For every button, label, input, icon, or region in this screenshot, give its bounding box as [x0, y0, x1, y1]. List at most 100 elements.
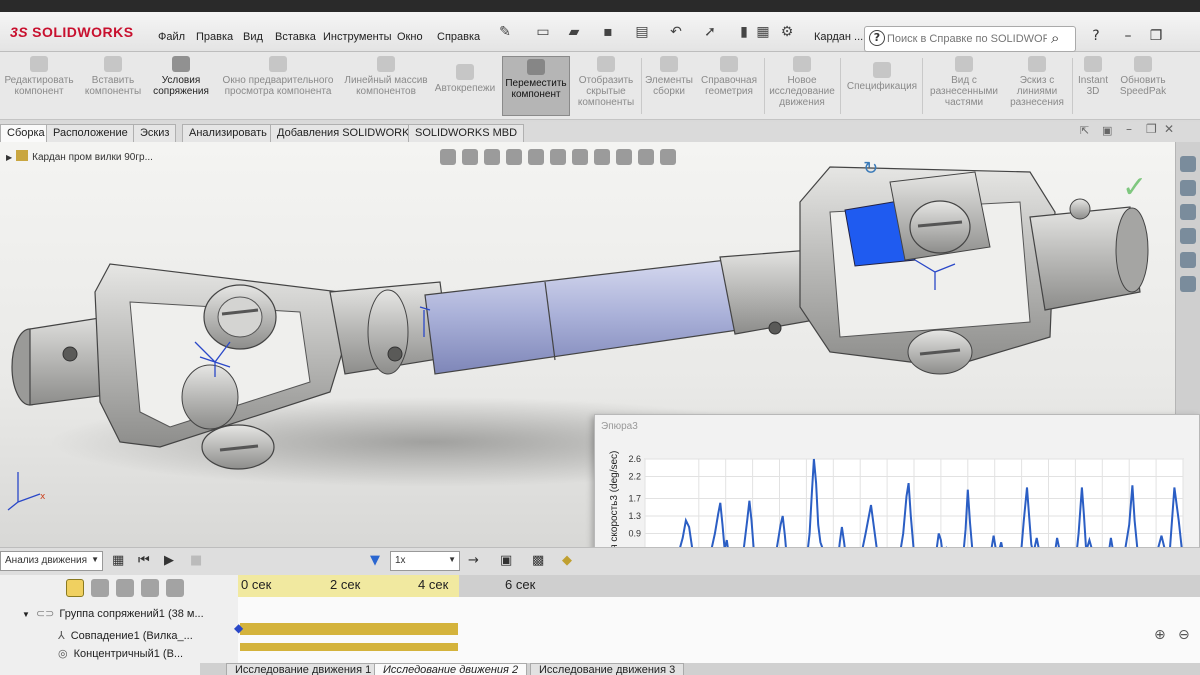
select-cursor-icon[interactable]: ➚ — [699, 22, 721, 42]
ribbon-separator — [1072, 58, 1073, 114]
instant-3d-button[interactable]: Instant 3D — [1074, 56, 1112, 97]
print-icon[interactable]: ▤ — [631, 22, 653, 42]
search-icon[interactable]: ⌕ — [1051, 29, 1059, 47]
collapse-tree-icon[interactable] — [166, 579, 184, 597]
options-gear-icon[interactable]: ⚙ — [776, 22, 798, 42]
view-palette-icon[interactable] — [1180, 228, 1196, 244]
help-search-input[interactable] — [887, 30, 1047, 48]
resources-home-icon[interactable] — [1180, 156, 1196, 172]
bill-of-materials-button[interactable]: Спецификация — [844, 62, 920, 92]
ribbon-label: Линейный массив — [344, 75, 428, 86]
filter-selected-icon[interactable] — [116, 579, 134, 597]
exploded-view-button[interactable]: Вид с разнесенными частями — [926, 56, 1002, 108]
filter-animated-icon[interactable] — [66, 579, 84, 597]
tab-motion-study-3[interactable]: Исследование движения 3 — [530, 663, 685, 675]
confirm-check-icon[interactable]: ✓ — [1122, 170, 1147, 205]
assembly-features-button[interactable]: Элементы сборки — [644, 56, 694, 97]
stop-icon[interactable]: ■ — [190, 553, 202, 568]
design-library-icon[interactable] — [1180, 180, 1196, 196]
tab-layout[interactable]: Расположение — [46, 124, 135, 142]
zoom-in-timeline-icon[interactable]: ⊕ — [1154, 627, 1166, 643]
ribbon-separator — [764, 58, 765, 114]
save-animation-icon[interactable]: ▣ — [500, 553, 512, 568]
calculate-icon[interactable]: ▦ — [112, 553, 124, 568]
play-icon[interactable]: ▶ — [164, 553, 174, 568]
mate-group-key-bar[interactable] — [240, 623, 458, 635]
key-point-icon[interactable]: ◆ — [234, 621, 243, 635]
tab-motion-study-2[interactable]: Исследование движения 2 — [374, 663, 528, 675]
viewport-minimize-icon[interactable]: – — [1126, 122, 1132, 136]
show-hidden-components-button[interactable]: Отобразить скрытые компоненты — [574, 56, 638, 108]
playback-speed-select[interactable]: 1x ▼ — [390, 551, 460, 571]
ribbon-label: частями — [944, 97, 984, 108]
assembly-features-icon — [660, 56, 678, 72]
undo-icon[interactable]: ↶ — [665, 22, 687, 42]
motion-timeline[interactable]: 0 сек 2 сек 4 сек 6 сек ◆ ⊕ ⊖ — [234, 575, 1200, 675]
update-speedpak-button[interactable]: Обновить SpeedPak — [1114, 56, 1172, 97]
ribbon-label: разнесенными — [930, 86, 998, 97]
explode-line-sketch-button[interactable]: Эскиз с линиями разнесения — [1004, 56, 1070, 108]
reference-geometry-button[interactable]: Справочная геометрия — [698, 56, 760, 97]
custom-properties-icon[interactable] — [1180, 276, 1196, 292]
timeline-ruler[interactable]: 0 сек 2 сек 4 сек 6 сек — [238, 575, 1200, 597]
autokey-icon[interactable]: ◆ — [562, 553, 572, 568]
help-button[interactable]: ? — [1086, 28, 1106, 44]
tab-solidworks-mbd[interactable]: SOLIDWORKS MBD — [408, 124, 525, 142]
panel-float-icon[interactable]: ▣ — [1102, 124, 1112, 137]
menu-edit[interactable]: Правка — [196, 31, 233, 43]
menu-tools[interactable]: Инструменты — [323, 31, 392, 43]
panel-pin-icon[interactable]: ⇱ — [1080, 124, 1089, 137]
ribbon-label: компонент — [14, 86, 64, 97]
new-motion-study-button[interactable]: Новое исследование движения — [768, 56, 836, 108]
pin-icon[interactable]: ✎ — [494, 22, 516, 42]
new-document-icon[interactable]: ▭ — [532, 22, 554, 42]
ribbon-label: просмотра компонента — [224, 86, 332, 97]
menu-view[interactable]: Вид — [243, 31, 263, 43]
filter-results-icon[interactable] — [141, 579, 159, 597]
filter-driving-icon[interactable] — [91, 579, 109, 597]
mate-button[interactable]: Условия сопряжения — [150, 56, 212, 97]
minimize-button[interactable]: – — [1118, 28, 1138, 44]
smart-fasteners-button[interactable]: Автокрепежи — [432, 64, 498, 94]
help-search-box[interactable]: ? ⌕ — [864, 26, 1076, 52]
menu-insert[interactable]: Вставка — [275, 31, 316, 43]
edit-component-button[interactable]: Редактировать компонент — [2, 56, 76, 97]
save-icon[interactable]: ▪ — [597, 22, 619, 42]
coincident-key-bar[interactable] — [240, 643, 458, 651]
tab-sketch[interactable]: Эскиз — [133, 124, 177, 142]
move-component-button[interactable]: Переместить компонент — [502, 56, 570, 116]
zoom-out-timeline-icon[interactable]: ⊖ — [1178, 627, 1190, 643]
menu-help[interactable]: Справка — [437, 31, 480, 43]
menu-file[interactable]: Файл — [158, 31, 185, 43]
appearances-icon[interactable] — [1180, 252, 1196, 268]
tree-item-coincident-mate[interactable]: ⅄ Совпадение1 (Вилка_... — [58, 629, 193, 642]
rotate-cursor-icon: ↻ — [863, 158, 878, 179]
viewport-restore-icon[interactable]: ❐ — [1146, 122, 1157, 136]
insert-components-button[interactable]: Вставить компоненты — [80, 56, 146, 97]
tab-evaluate[interactable]: Анализировать — [182, 124, 274, 142]
study-type-select[interactable]: Анализ движения ▼ — [0, 551, 103, 571]
animation-wizard-icon[interactable]: ▩ — [532, 553, 544, 568]
mate-group-icon: ⊂⊃ — [35, 608, 55, 620]
menu-window[interactable]: Окно — [397, 31, 423, 43]
component-preview-button[interactable]: Окно предварительного просмотра компонент… — [216, 56, 340, 97]
file-properties-icon[interactable]: ▦ — [752, 22, 774, 42]
linear-pattern-icon — [377, 56, 395, 72]
collapse-arrow-icon[interactable]: ▼ — [22, 610, 30, 619]
tab-motion-study-1[interactable]: Исследование движения 1 — [226, 663, 381, 675]
tree-item-concentric-mate[interactable]: ◎ Концентричный1 (В... — [58, 647, 183, 660]
play-from-start-icon[interactable]: ⏮ — [138, 553, 150, 568]
ribbon-label: Справочная — [700, 75, 757, 86]
tab-solidworks-addins[interactable]: Добавления SOLIDWORKS — [270, 124, 424, 142]
tab-assembly[interactable]: Сборка — [0, 124, 52, 142]
tree-item-mate-group[interactable]: ▼ ⊂⊃ Группа сопряжений1 (38 м... — [22, 607, 204, 620]
playback-mode-icon[interactable]: → — [468, 553, 479, 568]
viewport-close-icon[interactable]: ✕ — [1164, 122, 1174, 136]
chevron-down-icon: ▼ — [448, 555, 456, 564]
chevron-down-icon: ▼ — [91, 555, 99, 564]
playback-slider-thumb[interactable]: ▼ — [370, 553, 380, 568]
restore-button[interactable]: ❐ — [1146, 28, 1166, 44]
file-explorer-icon[interactable] — [1180, 204, 1196, 220]
linear-pattern-button[interactable]: Линейный массив компонентов — [342, 56, 430, 97]
open-folder-icon[interactable]: ▰ — [563, 22, 585, 42]
